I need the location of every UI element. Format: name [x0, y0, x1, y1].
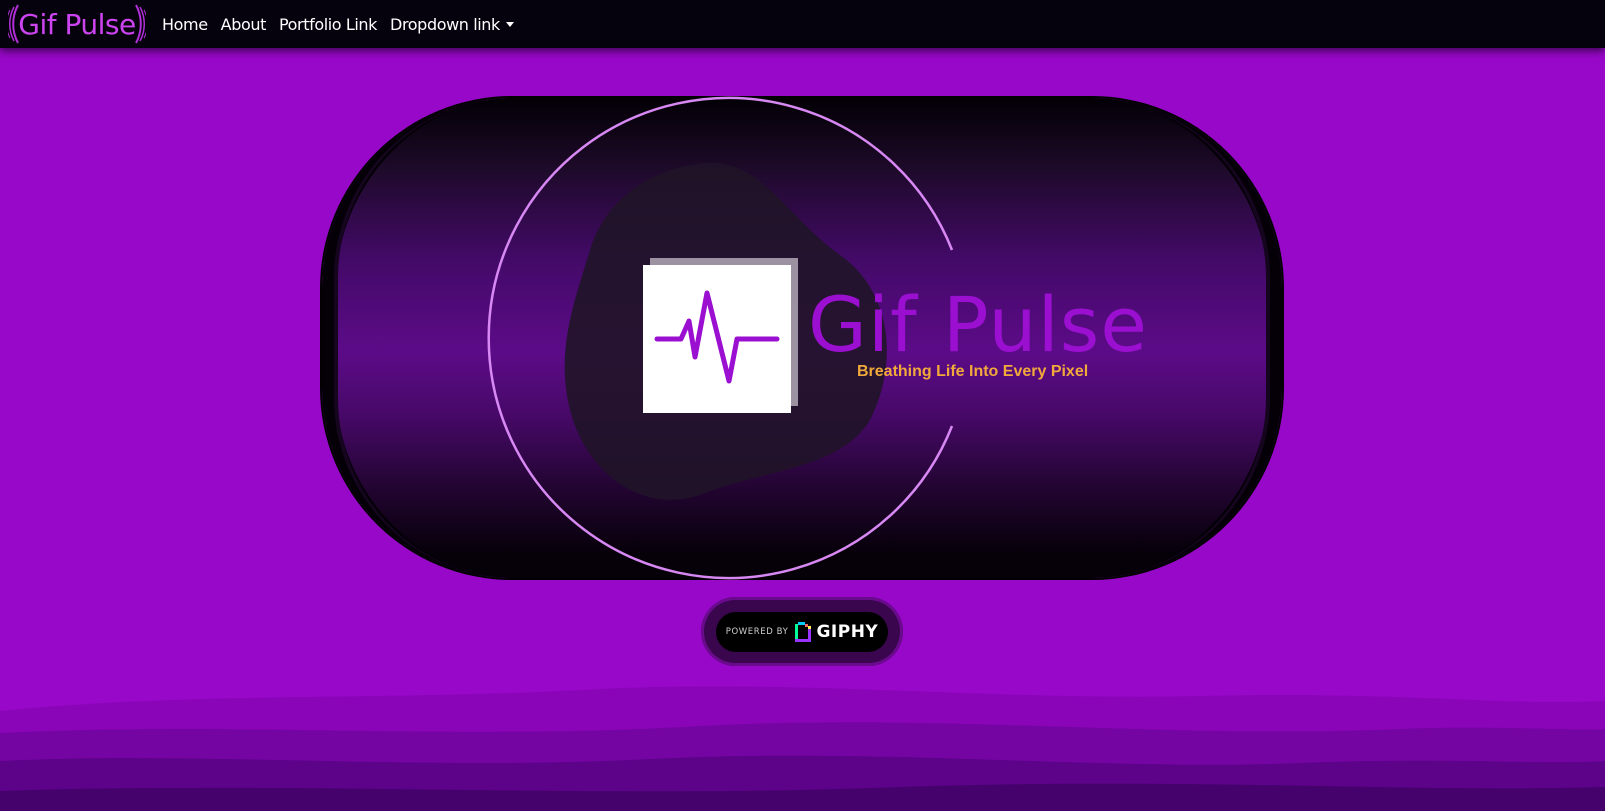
nav-dropdown-label: Dropdown link	[390, 14, 500, 34]
nav-portfolio-link[interactable]: Portfolio Link	[279, 15, 377, 34]
wave-footer	[0, 686, 1605, 811]
navbar: Gif Pulse Home About Portfolio Link Drop…	[0, 0, 1605, 48]
powered-by-label: POWERED BY	[725, 626, 789, 637]
brand-name: Gif Pulse	[18, 7, 136, 41]
brand-logo[interactable]: Gif Pulse	[8, 3, 146, 45]
giphy-wordmark: GIPHY	[816, 621, 879, 642]
caret-down-icon	[505, 21, 514, 27]
hero-tagline: Breathing Life Into Every Pixel	[857, 363, 1089, 380]
giphy-logo-icon	[795, 621, 812, 642]
hero-logo-card	[643, 265, 791, 413]
giphy-badge[interactable]: POWERED BY GIPHY	[716, 611, 888, 652]
pulse-heartbeat-icon	[654, 290, 780, 384]
nav-dropdown-toggle[interactable]: Dropdown link	[390, 15, 514, 34]
nav-about-link[interactable]: About	[221, 15, 267, 34]
nav-home-link[interactable]: Home	[162, 15, 208, 34]
hero-title: Gif Pulse	[808, 280, 1149, 369]
giphy-badge-container: POWERED BY GIPHY	[701, 597, 903, 666]
nav-links: Home About Portfolio Link Dropdown link	[162, 15, 527, 34]
